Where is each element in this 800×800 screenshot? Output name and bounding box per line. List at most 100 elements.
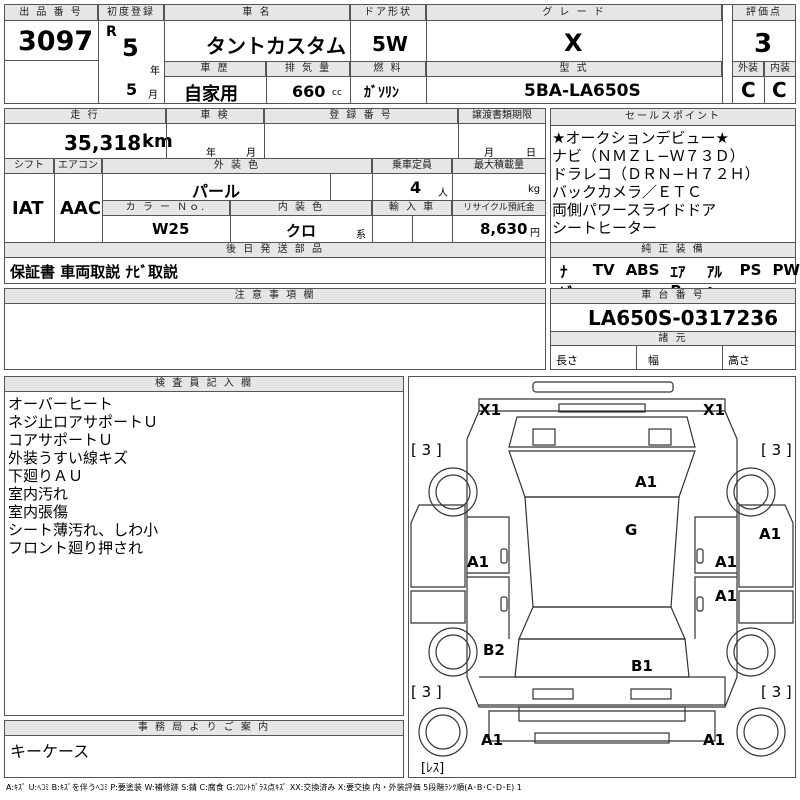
tire-front-right: [ 3 ]	[761, 441, 792, 459]
history-label: 車 歴	[164, 61, 266, 77]
capacity-label: 乗車定員	[372, 158, 452, 174]
damage-a1-right-edge: A1	[759, 525, 782, 543]
notes-label: 注 意 事 項 欄	[4, 288, 546, 304]
grade-label: グ レ ー ド	[426, 4, 722, 21]
specs-label: 諸 元	[550, 331, 796, 346]
door-type-label: ドア形状	[350, 4, 426, 21]
damage-a1-hood: A1	[635, 473, 658, 491]
car-name-label: 車 名	[164, 4, 350, 21]
recycle-fee-label: リサイクル預託金	[452, 200, 546, 216]
later-parts-label: 後 日 発 送 部 品	[4, 242, 546, 258]
chassis-number: LA650S-0317236	[588, 306, 779, 330]
office-note: キーケース	[10, 742, 90, 761]
legend: A:ｷｽﾞ U:ﾍｺﾐ B:ｷｽﾞを伴うﾍｺﾐ P:要塗装 W:補修跡 S:錆 …	[6, 783, 522, 792]
model-code: 5BA-LA650S	[524, 81, 641, 101]
car-outline-icon	[410, 381, 794, 757]
inspector-line: 外装うすい線キズ	[8, 449, 129, 467]
sales-point-line: 両側パワースライドドア	[552, 201, 717, 219]
damage-a1-fender-left: A1	[467, 553, 490, 571]
tire-rear-right: [ 3 ]	[761, 683, 792, 701]
office-label: 事 務 局 よ り ご 案 内	[4, 720, 404, 736]
mileage-unit: km	[142, 131, 173, 152]
height-label: 高さ	[728, 354, 750, 367]
exterior-grade-label: 外装	[732, 61, 764, 77]
registration-year: 5	[122, 34, 139, 62]
inspector-notes: オーバーヒート ネジ止ロアサポートＵ コアサポートＵ 外装うすい線キズ 下廻りＡ…	[8, 395, 158, 557]
score: 3	[754, 29, 773, 59]
recycle-fee-unit: 円	[530, 228, 540, 239]
interior-color: クロ	[286, 222, 317, 240]
width-label: 幅	[648, 354, 659, 367]
later-parts: 保証書 車両取説 ﾅﾋﾞ取説	[10, 263, 178, 281]
model-label: 型 式	[426, 61, 722, 77]
mileage-label: 走 行	[4, 108, 166, 124]
car-name: タントカスタム	[206, 34, 346, 58]
inspector-label: 検 査 員 記 入 欄	[4, 376, 404, 392]
interior-grade: C	[772, 78, 787, 102]
grade: X	[564, 29, 583, 57]
tire-rear-left: [ 3 ]	[411, 683, 442, 701]
damage-x1-left: X1	[479, 401, 502, 419]
plate-label: 登 録 番 号	[264, 108, 458, 124]
damage-a1-bumper-right: A1	[703, 731, 726, 749]
spare-tire: [ﾚｽ]	[421, 761, 445, 776]
interior-color-label: 内 装 色	[230, 200, 372, 216]
interior-grade-label: 内装	[764, 61, 796, 77]
registration-month: 5	[126, 80, 138, 99]
inspection-month-unit: 月	[246, 148, 256, 159]
exterior-grade: C	[741, 78, 756, 102]
vehicle-history: 自家用	[184, 84, 238, 105]
damage-g-roof: G	[625, 521, 638, 539]
color-number: W25	[152, 220, 190, 238]
sales-point-line: ナビ（ＮＭＺＬ−Ｗ７３Ｄ）	[552, 147, 745, 165]
displacement: 660	[292, 82, 326, 101]
fuel-label: 燃 料	[350, 61, 426, 77]
transfer-day-unit: 日	[526, 148, 536, 159]
air-conditioner: AAC	[60, 198, 102, 219]
capacity: 4	[410, 178, 422, 197]
lot-number: 3097	[18, 26, 94, 57]
equipment-label: 純 正 装 備	[550, 242, 796, 258]
transfer-deadline-label: 譲渡書類期限	[458, 108, 546, 124]
shift: IAT	[12, 198, 44, 219]
fuel: ｶﾞｿﾘﾝ	[364, 85, 399, 101]
tire-front-left: [ 3 ]	[411, 441, 442, 459]
year-unit: 年	[150, 66, 160, 77]
sales-point-line: シートヒーター	[552, 219, 658, 237]
inspector-line: ネジ止ロアサポートＵ	[8, 413, 159, 431]
sales-point-line: バックカメラ／ＥＴＣ	[552, 183, 703, 201]
lot-number-label: 出 品 番 号	[4, 4, 98, 21]
sales-points-label: セールスポイント	[550, 108, 796, 126]
import-label: 輸 入 車	[372, 200, 452, 216]
inspector-line: 室内汚れ	[8, 485, 69, 503]
max-load-label: 最大積載量	[452, 158, 546, 174]
displacement-unit: cc	[332, 88, 342, 98]
length-label: 長さ	[556, 354, 578, 367]
sales-point-line: ★オークションデビュー★	[552, 129, 729, 147]
shift-label: シフト	[4, 158, 54, 174]
max-load-unit: kg	[528, 184, 541, 195]
damage-b2-left: B2	[483, 641, 505, 659]
transfer-month-unit: 月	[484, 148, 494, 159]
inspector-line: 下廻りＡＵ	[8, 467, 84, 485]
inspector-line: コアサポートＵ	[8, 431, 114, 449]
era-mark: R	[106, 24, 117, 40]
color-number-label: カ ラ ー Ｎｏ.	[102, 200, 230, 216]
inspector-line: オーバーヒート	[8, 395, 113, 413]
mileage: 35,318	[64, 131, 142, 155]
inspector-line: フロント廻り押され	[8, 539, 144, 557]
inspector-line: シート薄汚れ、しわ小	[8, 521, 159, 539]
inspection-label: 車 検	[166, 108, 264, 124]
recycle-fee: 8,630	[480, 220, 528, 238]
damage-a1-rear-door-right: A1	[715, 587, 738, 605]
interior-color-unit: 系	[356, 230, 366, 241]
capacity-unit: 人	[438, 188, 448, 199]
chassis-number-label: 車 台 番 号	[550, 288, 796, 304]
damage-a1-door-right: A1	[715, 553, 738, 571]
exterior-color-label: 外 装 色	[102, 158, 372, 174]
score-label: 評価点	[732, 4, 796, 21]
inspection-year-unit: 年	[206, 148, 216, 159]
displacement-label: 排 気 量	[266, 61, 350, 77]
inspector-line: 室内張傷	[8, 503, 69, 521]
ac-label: エアコン	[54, 158, 102, 174]
